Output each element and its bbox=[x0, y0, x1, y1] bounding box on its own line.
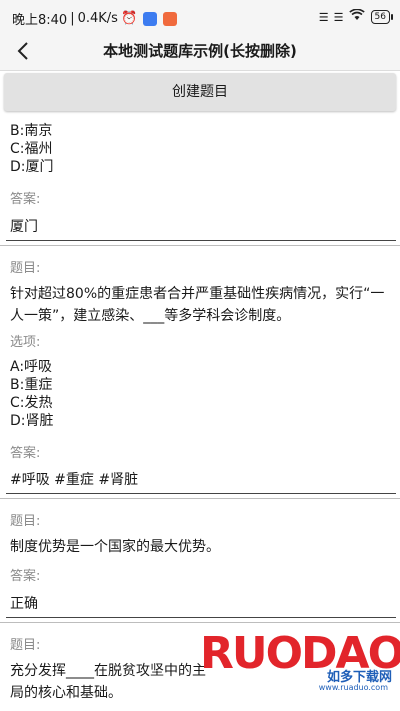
question-label: 题目: bbox=[10, 261, 41, 276]
question-text: 充分发挥____在脱贫攻坚中的主局的核心和基础。 bbox=[10, 663, 206, 701]
alarm-icon: ⏰ bbox=[120, 11, 138, 26]
wifi-icon bbox=[348, 8, 365, 25]
question-card[interactable]: 题目: 制度优势是一个国家的最大优势。 答案: 正确 bbox=[0, 503, 400, 621]
question-card[interactable]: 题目: 针对超过80%的重症患者合并严重基础性疾病情况，实行“一人一策”，建立感… bbox=[0, 250, 400, 496]
question-text: 针对超过80%的重症患者合并严重基础性疾病情况，实行“一人一策”，建立感染、__… bbox=[10, 286, 385, 324]
question-text: 制度优势是一个国家的最大优势。 bbox=[10, 539, 220, 555]
back-button[interactable] bbox=[8, 36, 38, 66]
option-item: C:发热 bbox=[10, 395, 53, 411]
chevron-left-icon bbox=[17, 42, 28, 60]
signal-icon: ☰ bbox=[318, 10, 329, 24]
answer-label: 答案: bbox=[10, 446, 41, 461]
card-divider bbox=[0, 498, 400, 499]
status-speed: 0.4K/s bbox=[77, 11, 118, 26]
option-item: C:福州 bbox=[10, 141, 53, 157]
watermark-url: www.ruaduo.com bbox=[318, 683, 388, 692]
answer-value: #呼吸 #重症 #肾脏 bbox=[10, 472, 139, 488]
app-notification-icon-2 bbox=[163, 11, 178, 26]
status-left: 晚上8:40 | 0.4K/s ⏰ bbox=[12, 9, 178, 28]
option-item: A:呼吸 bbox=[10, 359, 53, 375]
card-divider bbox=[0, 622, 400, 623]
status-right: ☰ ☰ 56 bbox=[318, 8, 394, 25]
card-divider bbox=[0, 245, 400, 246]
answer-value: 正确 bbox=[10, 596, 38, 612]
app-notification-icon bbox=[143, 11, 158, 26]
option-item: D:厦门 bbox=[10, 159, 54, 175]
site-watermark: RUODAO 如多下载网 www.ruaduo.com bbox=[200, 628, 400, 711]
answer-label: 答案: bbox=[10, 569, 41, 584]
answer-label: 答案: bbox=[10, 192, 41, 207]
signal-icon-2: ☰ bbox=[333, 10, 344, 24]
options-label: 选项: bbox=[10, 335, 41, 350]
status-bar: 晚上8:40 | 0.4K/s ⏰ ☰ ☰ 56 bbox=[0, 0, 400, 34]
answer-underline bbox=[6, 240, 396, 241]
nav-bar: 本地测试题库示例(长按删除) bbox=[0, 34, 400, 71]
question-label: 题目: bbox=[10, 638, 41, 653]
answer-value: 厦门 bbox=[10, 219, 38, 235]
status-time: 晚上8:40 bbox=[12, 13, 68, 28]
option-item: B:南京 bbox=[10, 123, 53, 139]
create-question-button[interactable]: 创建题目 bbox=[4, 73, 396, 111]
option-item: D:肾脏 bbox=[10, 413, 54, 429]
answer-underline bbox=[6, 617, 396, 618]
page-title: 本地测试题库示例(长按删除) bbox=[103, 42, 297, 60]
option-item: B:重症 bbox=[10, 377, 53, 393]
question-card[interactable]: B:南京 C:福州 D:厦门 答案: 厦门 bbox=[0, 118, 400, 244]
answer-underline bbox=[6, 493, 396, 494]
question-label: 题目: bbox=[10, 514, 41, 529]
battery-icon: 56 bbox=[370, 10, 394, 24]
